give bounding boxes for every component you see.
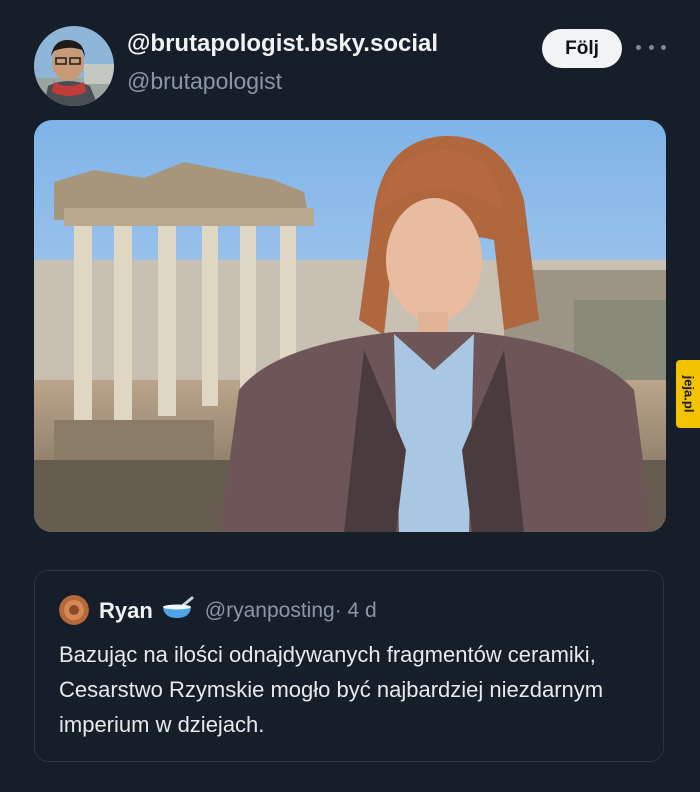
quote-author-handle[interactable]: @ryanposting xyxy=(205,599,335,623)
more-horizontal-icon[interactable] xyxy=(636,37,666,57)
quote-timestamp: · 4 d xyxy=(334,598,377,622)
quote-avatar[interactable] xyxy=(59,595,89,625)
quote-text: Bazując na ilości odnajdywanych fragment… xyxy=(59,642,604,737)
watermark-logo: jeja.pl xyxy=(676,360,700,428)
follow-button[interactable]: Följ xyxy=(542,29,622,68)
display-name[interactable]: @brutapologist.bsky.social xyxy=(127,30,438,58)
user-handle[interactable]: @brutapologist xyxy=(127,68,282,95)
avatar[interactable] xyxy=(34,26,114,106)
svg-text:jeja.pl: jeja.pl xyxy=(682,375,697,413)
quote-author-name[interactable]: Ryan xyxy=(99,598,153,624)
quote-card[interactable]: Ryan @ryanposting · 4 d Bazując na ilośc… xyxy=(34,570,664,762)
post-image[interactable] xyxy=(34,120,666,532)
bowl-with-spoon-icon xyxy=(161,596,195,625)
quote-header: Ryan @ryanposting · 4 d xyxy=(99,596,377,625)
